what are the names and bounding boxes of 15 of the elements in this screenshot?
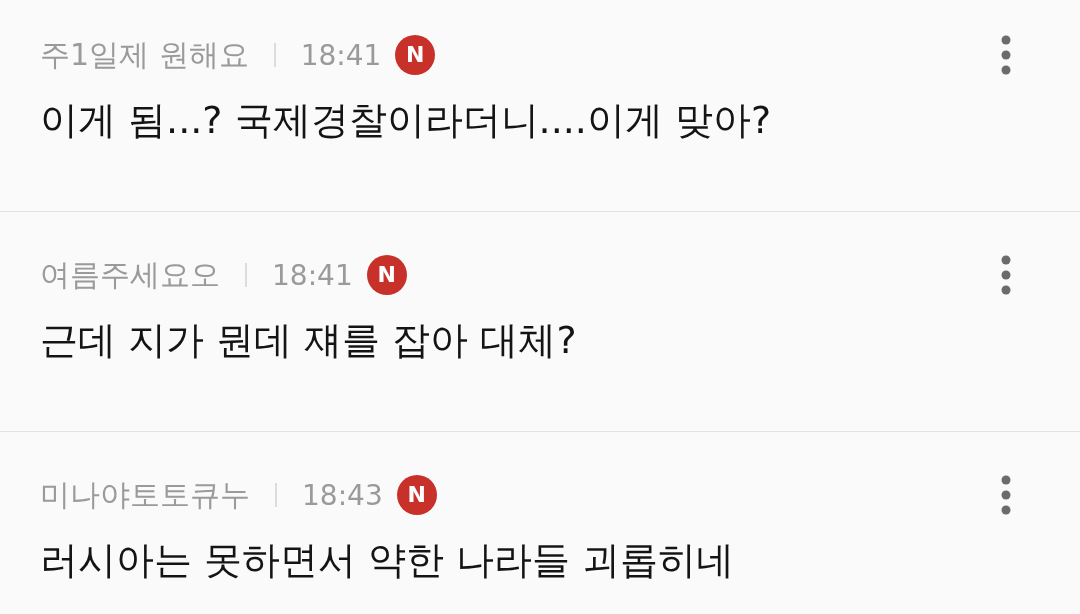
timestamp: 18:41 — [272, 258, 353, 292]
letter-badge: N — [366, 255, 407, 295]
more-icon[interactable] — [1001, 35, 1011, 75]
author-name: 미나야토토큐누 — [40, 475, 250, 514]
more-icon[interactable] — [1001, 255, 1011, 295]
author-name: 주1일제 원해요 — [40, 35, 249, 74]
comment-text: 이게 됨...? 국제경찰이라더니....이게 맞아? — [40, 98, 773, 142]
timestamp: 18:41 — [300, 38, 382, 72]
timestamp: 18:43 — [302, 478, 383, 512]
more-icon[interactable] — [1001, 475, 1011, 515]
comment-text: 러시아는 못하면서 약한 나라들 괴롭히네 — [40, 538, 736, 582]
author-name: 여름주세요오 — [40, 255, 220, 294]
letter-badge: N — [396, 475, 437, 515]
letter-badge: N — [395, 35, 436, 75]
comment-text: 근데 지가 뭔데 쟤를 잡아 대체? — [40, 318, 578, 362]
